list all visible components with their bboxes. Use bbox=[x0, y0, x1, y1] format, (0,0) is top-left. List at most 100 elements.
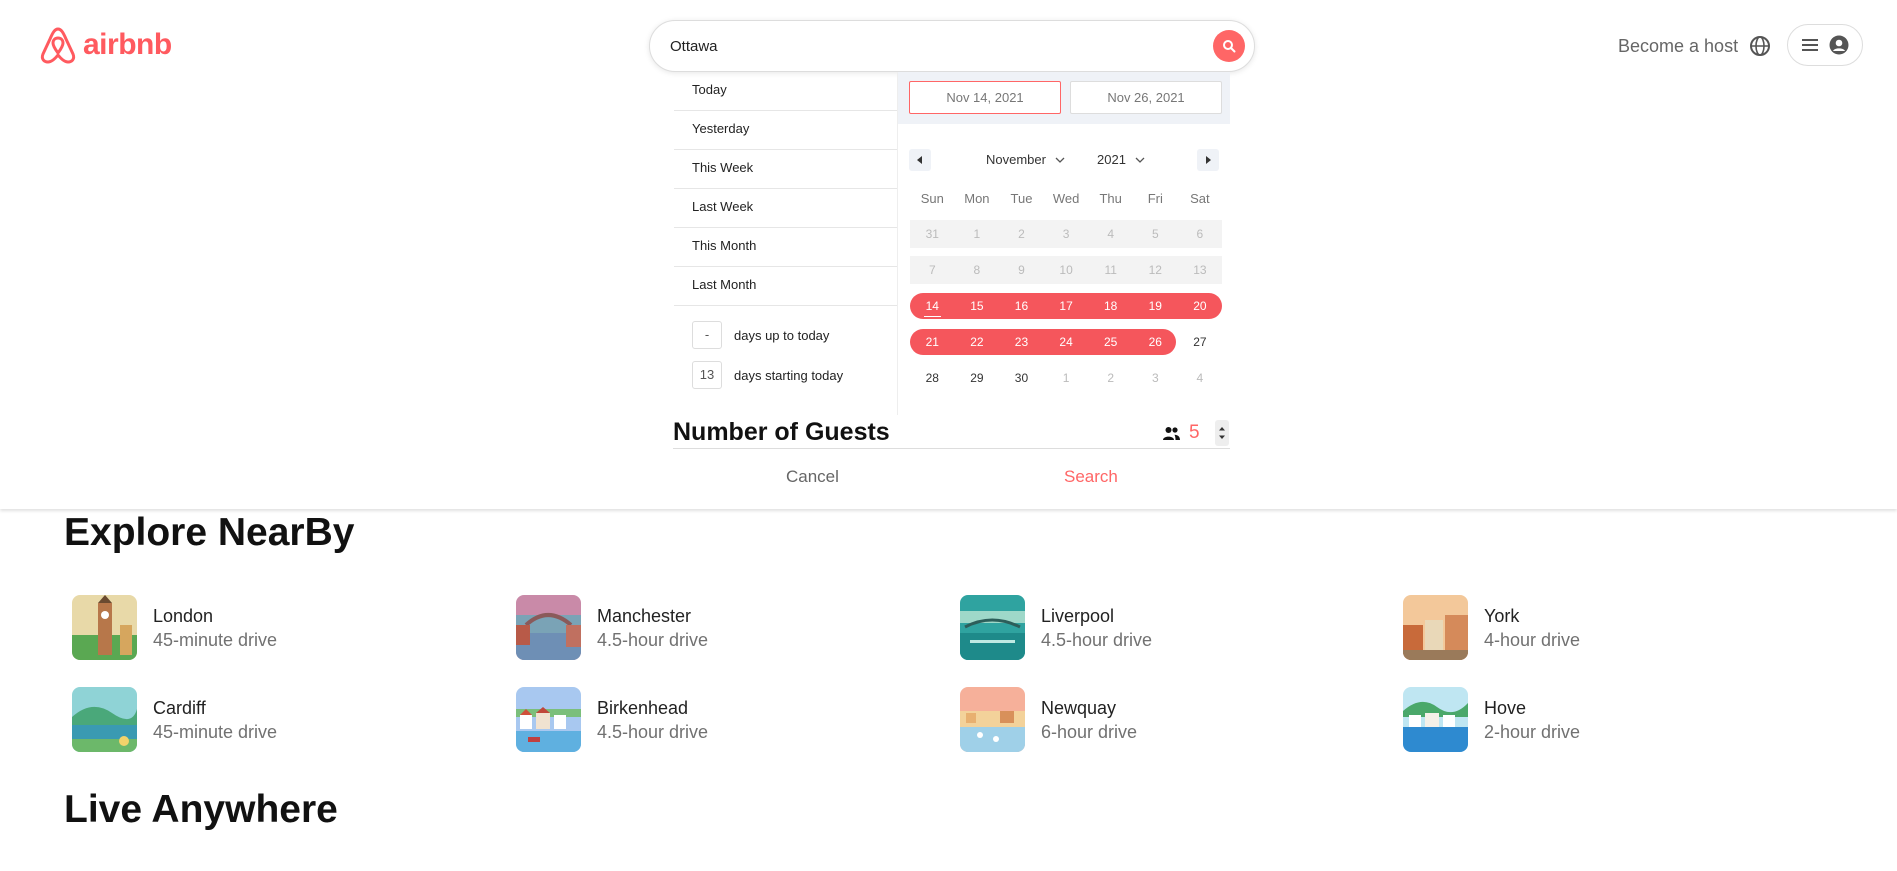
place-card-manchester[interactable]: Manchester 4.5-hour drive bbox=[516, 595, 708, 660]
search-button[interactable]: Search bbox=[1064, 467, 1118, 487]
days-up-to-today-row: - days up to today bbox=[692, 321, 829, 349]
airbnb-logo-icon bbox=[40, 27, 76, 64]
days-up-to-today-input[interactable]: - bbox=[692, 321, 722, 349]
calendar-day: 2 bbox=[1107, 371, 1115, 385]
start-date-input[interactable]: Nov 14, 2021 bbox=[909, 81, 1061, 114]
date-presets: Today Yesterday This Week Last Week This… bbox=[674, 72, 897, 306]
calendar-week: 31 1 2 3 4 5 6 bbox=[910, 220, 1222, 248]
calendar-day-end[interactable]: 26 bbox=[1133, 328, 1178, 356]
place-name: Birkenhead bbox=[597, 697, 689, 718]
guests-count[interactable]: 5 bbox=[1189, 422, 1211, 444]
user-avatar-icon bbox=[1829, 35, 1849, 55]
weekday-header: Sun bbox=[920, 191, 944, 206]
calendar-day[interactable]: 19 bbox=[1133, 292, 1178, 320]
user-menu-button[interactable] bbox=[1787, 24, 1863, 66]
calendar-day[interactable]: 15 bbox=[955, 292, 1000, 320]
calendar-day[interactable]: 25 bbox=[1088, 328, 1133, 356]
chevron-down-icon bbox=[1055, 157, 1065, 163]
caret-right-icon bbox=[1206, 156, 1211, 164]
place-card-newquay[interactable]: Newquay 6-hour drive bbox=[960, 687, 1137, 752]
calendar-day[interactable]: 28 bbox=[910, 364, 955, 392]
place-card-hove[interactable]: Hove 2-hour drive bbox=[1403, 687, 1580, 752]
place-thumbnail bbox=[516, 595, 581, 660]
place-name: Liverpool bbox=[1041, 605, 1115, 626]
calendar-day[interactable]: 20 bbox=[1178, 292, 1223, 320]
preset-this-month[interactable]: This Month bbox=[674, 228, 897, 267]
place-thumbnail bbox=[72, 595, 137, 660]
place-distance: 6-hour drive bbox=[1041, 721, 1138, 742]
year-select[interactable]: 2021 bbox=[1097, 152, 1145, 167]
end-date-input[interactable]: Nov 26, 2021 bbox=[1070, 81, 1222, 114]
year-label: 2021 bbox=[1097, 152, 1126, 167]
chevron-down-icon bbox=[1135, 157, 1145, 163]
place-thumbnail bbox=[1403, 687, 1468, 752]
calendar-day: 3 bbox=[1151, 371, 1159, 385]
search-submit-button[interactable] bbox=[1213, 30, 1245, 62]
place-name: London bbox=[153, 605, 214, 626]
calendar-day[interactable]: 29 bbox=[955, 364, 1000, 392]
month-select[interactable]: November bbox=[986, 152, 1065, 167]
calendar-day: 13 bbox=[1193, 263, 1207, 277]
calendar-day: 10 bbox=[1059, 263, 1073, 277]
calendar-day[interactable]: 30 bbox=[999, 364, 1044, 392]
explore-nearby-title: Explore NearBy bbox=[64, 511, 355, 554]
search-bar bbox=[649, 20, 1255, 72]
prev-month-button[interactable] bbox=[909, 149, 931, 171]
header: airbnb Become a host Today Yesterday bbox=[0, 0, 1897, 509]
place-thumbnail bbox=[516, 687, 581, 752]
preset-yesterday[interactable]: Yesterday bbox=[674, 111, 897, 150]
preset-this-week[interactable]: This Week bbox=[674, 150, 897, 189]
calendar-day: 31 bbox=[925, 227, 939, 241]
calendar-week: 7 8 9 10 11 12 13 bbox=[910, 256, 1222, 284]
place-distance: 4-hour drive bbox=[1484, 629, 1581, 650]
place-thumbnail bbox=[960, 687, 1025, 752]
calendar-day[interactable]: 22 bbox=[955, 328, 1000, 356]
caret-up-icon[interactable] bbox=[1218, 426, 1226, 431]
calendar-day[interactable]: 21 bbox=[910, 328, 955, 356]
airbnb-logo[interactable]: airbnb bbox=[39, 25, 172, 65]
weekday-header: Tue bbox=[1010, 191, 1033, 206]
days-up-to-today-label: days up to today bbox=[734, 327, 830, 343]
place-distance: 2-hour drive bbox=[1484, 721, 1581, 742]
calendar-day[interactable]: 23 bbox=[999, 328, 1044, 356]
weekday-header: Fri bbox=[1147, 191, 1163, 206]
calendar-day[interactable]: 18 bbox=[1088, 292, 1133, 320]
preset-last-month[interactable]: Last Month bbox=[674, 267, 897, 306]
place-distance: 45-minute drive bbox=[153, 721, 278, 742]
days-starting-today-input[interactable]: 13 bbox=[692, 361, 722, 389]
place-thumbnail bbox=[960, 595, 1025, 660]
become-host-link[interactable]: Become a host bbox=[1618, 36, 1738, 57]
calendar-day[interactable]: 17 bbox=[1044, 292, 1089, 320]
cancel-button[interactable]: Cancel bbox=[786, 467, 839, 487]
calendar-day: 11 bbox=[1104, 263, 1117, 277]
place-card-london[interactable]: London 45-minute drive bbox=[72, 595, 277, 660]
calendar-day-start[interactable]: 14 bbox=[910, 292, 955, 320]
calendar-day: 7 bbox=[928, 263, 936, 277]
place-card-birkenhead[interactable]: Birkenhead 4.5-hour drive bbox=[516, 687, 708, 752]
guests-stepper[interactable] bbox=[1215, 420, 1229, 446]
place-name: Cardiff bbox=[153, 697, 206, 718]
calendar-day[interactable]: 16 bbox=[999, 292, 1044, 320]
place-name: Manchester bbox=[597, 605, 692, 626]
preset-today[interactable]: Today bbox=[674, 72, 897, 111]
place-card-cardiff[interactable]: Cardiff 45-minute drive bbox=[72, 687, 277, 752]
preset-last-week[interactable]: Last Week bbox=[674, 189, 897, 228]
calendar-week: 14 15 16 17 18 19 20 bbox=[910, 292, 1222, 320]
guests-control: 5 bbox=[1162, 420, 1229, 446]
calendar-day[interactable]: 24 bbox=[1044, 328, 1089, 356]
logo-text: airbnb bbox=[83, 28, 172, 61]
calendar-day: 8 bbox=[973, 263, 981, 277]
place-card-york[interactable]: York 4-hour drive bbox=[1403, 595, 1580, 660]
calendar-day: 5 bbox=[1151, 227, 1159, 241]
calendar-week: 28 29 30 1 2 3 4 bbox=[910, 364, 1222, 392]
caret-down-icon[interactable] bbox=[1218, 435, 1226, 440]
next-month-button[interactable] bbox=[1197, 149, 1219, 171]
live-anywhere-title: Live Anywhere bbox=[64, 788, 338, 831]
calendar-day: 1 bbox=[973, 227, 981, 241]
globe-icon[interactable] bbox=[1749, 35, 1771, 57]
location-search-input[interactable] bbox=[670, 33, 1190, 59]
calendar-day[interactable]: 27 bbox=[1178, 328, 1223, 356]
place-thumbnail bbox=[1403, 595, 1468, 660]
people-icon bbox=[1163, 426, 1180, 440]
place-card-liverpool[interactable]: Liverpool 4.5-hour drive bbox=[960, 595, 1152, 660]
